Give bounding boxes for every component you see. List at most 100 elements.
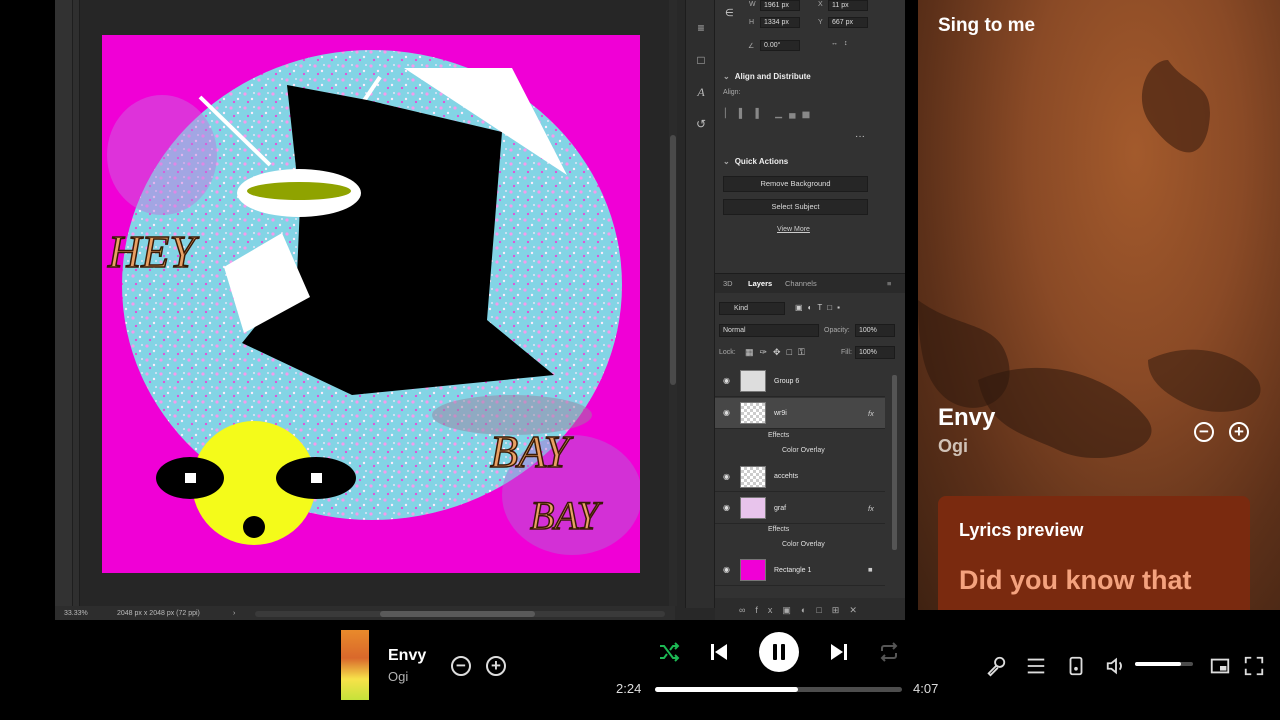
progress-fill: [655, 687, 799, 692]
align-section-title[interactable]: Align and Distribute: [723, 72, 811, 81]
layer-row-rectangle-1[interactable]: ◉ Rectangle 1 ■: [715, 555, 885, 586]
visibility-eye-icon[interactable]: ◉: [723, 565, 730, 574]
width-field[interactable]: 1961 px: [760, 0, 800, 11]
opacity-field[interactable]: 100%: [855, 324, 895, 337]
shuffle-icon[interactable]: [657, 640, 681, 664]
queue-icon[interactable]: [1025, 655, 1047, 677]
previous-icon[interactable]: [707, 640, 731, 664]
lyrics-preview-card[interactable]: Lyrics preview Did you know that: [938, 496, 1250, 610]
repeat-icon[interactable]: [877, 640, 901, 664]
text-bay-1: BAY: [490, 426, 574, 477]
canvas-horizontal-scrollbar[interactable]: [255, 611, 665, 617]
panel-menu-icon[interactable]: ≡: [887, 279, 891, 288]
align-buttons[interactable]: ▏▌▐ ▁▄▅: [725, 108, 875, 122]
lock-icon: ■: [868, 565, 873, 574]
volume-icon[interactable]: [1105, 655, 1127, 677]
character-icon[interactable]: A: [693, 84, 709, 100]
text-bay-2: BAY: [530, 493, 603, 538]
now-playing-view: Sing to me Envy Ogi − + Lyrics preview D…: [918, 0, 1280, 610]
y-field[interactable]: 667 px: [828, 17, 868, 28]
lock-label: Lock:: [719, 349, 736, 356]
effects-label: Effects: [768, 526, 790, 533]
total-time: 4:07: [913, 681, 939, 696]
text-hey: HEY: [107, 226, 199, 277]
more-icon[interactable]: ···: [855, 131, 865, 142]
effect-color-overlay[interactable]: Color Overlay: [782, 447, 825, 454]
microphone-icon[interactable]: [985, 655, 1007, 677]
artboard[interactable]: HEY BAY BAY: [102, 35, 640, 573]
player-track-artist[interactable]: Ogi: [388, 669, 408, 684]
canvas-vertical-scrollbar[interactable]: [669, 0, 677, 606]
remove-background-button[interactable]: Remove Background: [723, 176, 868, 192]
player-bar: Envy Ogi − + 2:24 4:07: [0, 620, 1280, 720]
next-icon[interactable]: [827, 640, 851, 664]
layer-filter-dropdown[interactable]: Kind: [719, 302, 785, 315]
libraries-icon[interactable]: □: [693, 52, 709, 68]
w-label: W: [749, 1, 756, 8]
layers-scrollbar[interactable]: [892, 375, 897, 550]
layer-row-accehts[interactable]: ◉ accehts: [715, 462, 885, 492]
layers-footer-buttons[interactable]: ∞fx▣◐□⊞✕: [715, 598, 905, 622]
quick-actions-title[interactable]: Quick Actions: [723, 157, 789, 166]
layers-tab-bar: 3D Layers Channels ≡: [715, 273, 905, 293]
x-label: X: [818, 1, 823, 8]
tab-3d[interactable]: 3D: [723, 279, 733, 288]
remove-icon[interactable]: −: [1194, 422, 1214, 442]
panel-icon-strip: ≡ □ A ↺: [685, 0, 715, 608]
remove-icon[interactable]: −: [451, 656, 471, 676]
visibility-eye-icon[interactable]: ◉: [723, 408, 730, 417]
tool-strip: [55, 0, 73, 608]
history-icon[interactable]: ↺: [693, 116, 709, 132]
lyrics-line: Did you know that: [959, 565, 1192, 595]
layer-name[interactable]: wr9i: [774, 410, 787, 417]
visibility-eye-icon[interactable]: ◉: [723, 503, 730, 512]
album-cover[interactable]: [341, 630, 369, 700]
blend-mode-dropdown[interactable]: Normal: [719, 324, 819, 337]
add-icon[interactable]: +: [486, 656, 506, 676]
layer-row-graf[interactable]: ◉ graf fx: [715, 493, 885, 524]
view-more-link[interactable]: View More: [777, 226, 810, 233]
properties-layers-panel: ∈ W 1961 px X 11 px H 1334 px Y 667 px ∠…: [715, 0, 905, 622]
layer-row-group-6[interactable]: ◉ Group 6: [715, 366, 885, 397]
tab-layers[interactable]: Layers: [748, 279, 772, 288]
fx-icon[interactable]: fx: [868, 504, 874, 513]
adjust-icon[interactable]: ≡: [693, 20, 709, 36]
layer-thumbnail: [740, 370, 766, 392]
vertical-ruler: [73, 0, 80, 608]
effect-color-overlay[interactable]: Color Overlay: [782, 541, 825, 548]
elapsed-time: 2:24: [616, 681, 642, 696]
playlist-title[interactable]: Sing to me: [938, 15, 1035, 37]
layer-name[interactable]: Group 6: [774, 378, 799, 385]
track-artist[interactable]: Ogi: [938, 436, 968, 457]
angle-field[interactable]: 0.00°: [760, 40, 800, 51]
layer-name[interactable]: Rectangle 1: [774, 567, 811, 574]
track-title[interactable]: Envy: [938, 404, 995, 432]
x-field[interactable]: 11 px: [828, 0, 868, 11]
player-track-title[interactable]: Envy: [388, 647, 426, 665]
layer-name[interactable]: graf: [774, 505, 786, 512]
layer-name[interactable]: accehts: [774, 473, 798, 480]
lyrics-card-title: Lyrics preview: [959, 520, 1084, 540]
tab-channels[interactable]: Channels: [785, 279, 817, 288]
fullscreen-icon[interactable]: [1243, 655, 1265, 677]
visibility-eye-icon[interactable]: ◉: [723, 472, 730, 481]
miniplayer-icon[interactable]: [1209, 655, 1231, 677]
connect-device-icon[interactable]: [1065, 655, 1087, 677]
angle-icon: ∠: [748, 43, 755, 50]
select-subject-button[interactable]: Select Subject: [723, 199, 868, 215]
visibility-eye-icon[interactable]: ◉: [723, 376, 730, 385]
fill-field[interactable]: 100%: [855, 346, 895, 359]
effects-label: Effects: [768, 432, 790, 439]
progress-bar[interactable]: [655, 687, 902, 692]
fx-icon[interactable]: fx: [868, 409, 874, 418]
filter-icons[interactable]: ▣◐T□▪: [795, 303, 845, 312]
add-icon[interactable]: +: [1229, 422, 1249, 442]
height-field[interactable]: 1334 px: [760, 17, 800, 28]
volume-slider[interactable]: [1135, 662, 1193, 666]
layer-row-wr9i[interactable]: ◉ wr9i fx: [715, 398, 885, 429]
volume-fill: [1135, 662, 1182, 666]
lock-icons[interactable]: ▦✑✥□⚿: [745, 347, 811, 358]
link-icon[interactable]: ∈: [725, 8, 734, 19]
flip-icons[interactable]: ↔↕: [831, 40, 854, 47]
pause-button[interactable]: [759, 632, 799, 672]
